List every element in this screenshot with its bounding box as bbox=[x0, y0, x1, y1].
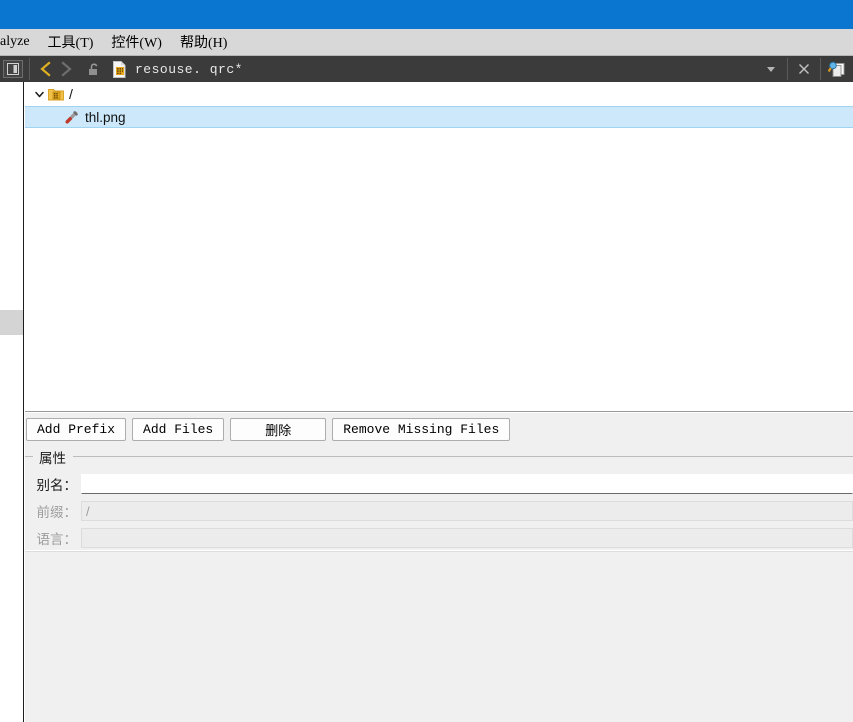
properties-group: 属性 别名： 前缀： / 语言： bbox=[25, 445, 853, 550]
property-row-prefix: 前缀： / bbox=[25, 500, 853, 522]
property-row-alias: 别名： bbox=[25, 473, 853, 495]
resource-tree-view[interactable]: / thl.png bbox=[25, 82, 853, 412]
menu-widgets[interactable]: 控件(W) bbox=[102, 30, 171, 54]
left-sidebar-strip bbox=[0, 82, 24, 722]
chevron-down-icon[interactable] bbox=[761, 59, 781, 79]
add-prefix-button[interactable]: Add Prefix bbox=[26, 417, 127, 441]
tree-node-label: thl.png bbox=[85, 109, 126, 125]
tree-row[interactable]: thl.png bbox=[25, 106, 853, 128]
png-file-icon bbox=[63, 109, 81, 125]
close-icon[interactable] bbox=[794, 59, 814, 79]
qrc-file-icon bbox=[109, 59, 129, 79]
prefix-input: / bbox=[81, 501, 853, 521]
toolbar-separator-1 bbox=[29, 58, 30, 80]
panel-divider bbox=[25, 411, 853, 412]
split-view-icon[interactable] bbox=[827, 59, 847, 79]
toolbar-separator-2 bbox=[787, 58, 788, 80]
unlock-icon[interactable] bbox=[84, 59, 104, 79]
prefix-folder-icon bbox=[47, 86, 65, 102]
remove-missing-files-button[interactable]: Remove Missing Files bbox=[332, 417, 511, 441]
prefix-label: 前缀： bbox=[36, 505, 78, 520]
chevron-down-icon[interactable] bbox=[31, 86, 47, 102]
sidebar-tab-handle[interactable] bbox=[0, 310, 23, 335]
alias-input[interactable] bbox=[81, 474, 853, 494]
menu-bar: alyze 工具(T) 控件(W) 帮助(H) bbox=[0, 29, 853, 56]
open-file-path[interactable]: resouse. qrc* bbox=[135, 62, 243, 77]
language-input bbox=[81, 528, 853, 548]
chevron-right-icon bbox=[56, 59, 76, 79]
group-border-right bbox=[73, 456, 853, 457]
bottom-empty-area bbox=[25, 551, 853, 722]
toolbar-separator-3 bbox=[820, 58, 821, 80]
remove-button[interactable]: 删除 bbox=[230, 417, 327, 441]
tree-node-label: / bbox=[69, 86, 73, 102]
resource-action-buttons: Add Prefix Add Files 删除 Remove Missing F… bbox=[25, 413, 853, 445]
properties-title: 属性 bbox=[36, 447, 69, 467]
group-border-left bbox=[25, 456, 33, 457]
menu-help[interactable]: 帮助(H) bbox=[171, 30, 236, 54]
tree-row[interactable]: / bbox=[25, 82, 853, 106]
add-files-button[interactable]: Add Files bbox=[132, 417, 225, 441]
editor-toolbar: resouse. qrc* bbox=[0, 56, 853, 82]
chevron-left-icon[interactable] bbox=[36, 59, 56, 79]
window-titlebar bbox=[0, 0, 853, 29]
menu-analyze[interactable]: alyze bbox=[0, 32, 39, 52]
alias-label: 别名： bbox=[36, 478, 78, 493]
sidebar-toggle-icon[interactable] bbox=[3, 60, 23, 78]
language-label: 语言： bbox=[36, 532, 78, 547]
menu-tools[interactable]: 工具(T) bbox=[39, 30, 103, 54]
property-row-language: 语言： bbox=[25, 527, 853, 549]
